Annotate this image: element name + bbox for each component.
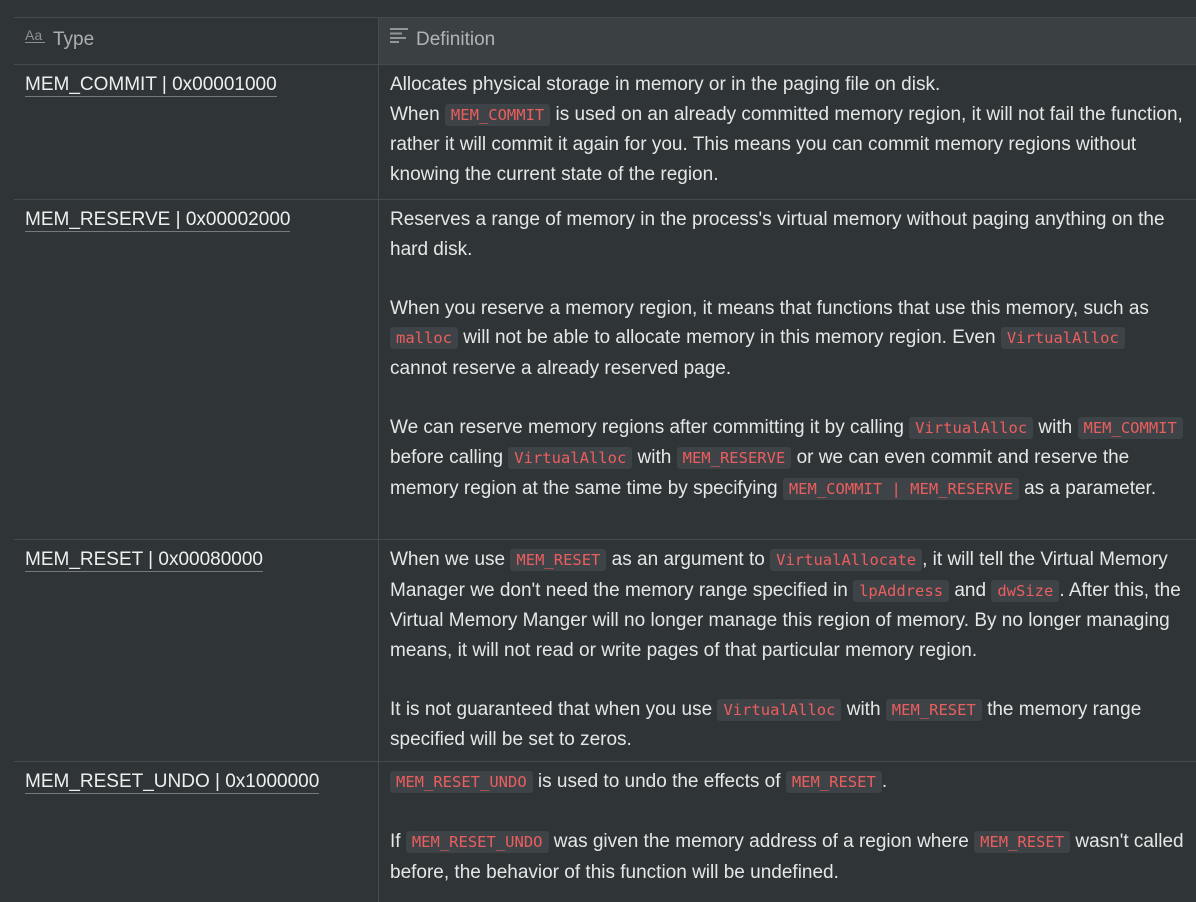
definition-paragraph: When MEM_COMMIT is used on an already co… bbox=[390, 100, 1186, 190]
inline-code: dwSize bbox=[991, 579, 1060, 602]
svg-text:Aa: Aa bbox=[25, 27, 42, 43]
inline-code: MEM_RESERVE bbox=[676, 447, 792, 469]
text-run: was given the memory address of a region… bbox=[548, 831, 975, 852]
type-cell[interactable]: MEM_RESET | 0x00080000 bbox=[14, 540, 379, 761]
inline-code: MEM_RESET bbox=[510, 549, 607, 571]
text-run: If bbox=[390, 831, 406, 852]
inline-code: MEM_RESET bbox=[785, 771, 882, 793]
type-cell[interactable]: MEM_COMMIT | 0x00001000 bbox=[14, 65, 379, 199]
text-run: with bbox=[841, 698, 886, 720]
inline-code: MEM_COMMIT bbox=[444, 103, 551, 126]
definition-cell[interactable]: MEM_RESET_UNDO is used to undo the effec… bbox=[379, 762, 1196, 902]
text-run: . bbox=[881, 771, 888, 792]
definition-paragraph: It is not guaranteed that when you use V… bbox=[390, 695, 1186, 755]
column-header-type[interactable]: Aa Type bbox=[14, 18, 379, 64]
inline-code: MEM_RESET_UNDO bbox=[405, 831, 549, 853]
table-row: MEM_RESERVE | 0x00002000 Reserves a rang… bbox=[14, 200, 1196, 540]
definition-paragraph: When you reserve a memory region, it mea… bbox=[390, 294, 1186, 384]
definition-paragraph: Allocates physical storage in memory or … bbox=[390, 74, 941, 95]
type-value: MEM_COMMIT | 0x00001000 bbox=[25, 74, 277, 97]
inline-code: MEM_COMMIT | MEM_RESERVE bbox=[782, 477, 1019, 500]
text-run: as an argument to bbox=[606, 549, 771, 570]
type-value: MEM_RESET | 0x00080000 bbox=[25, 549, 263, 572]
text-type-icon: Aa bbox=[25, 23, 45, 53]
inline-code: MEM_RESET_UNDO bbox=[390, 771, 533, 793]
definition-cell[interactable]: Reserves a range of memory in the proces… bbox=[379, 200, 1196, 539]
column-header-type-label: Type bbox=[53, 29, 95, 50]
text-run: and bbox=[949, 579, 992, 601]
table-row: MEM_RESET | 0x00080000 When we use MEM_R… bbox=[14, 540, 1196, 762]
text-run: will not be able to allocate memory in t… bbox=[458, 327, 1001, 348]
table-row: MEM_COMMIT | 0x00001000 Allocates physic… bbox=[14, 65, 1196, 200]
text-lines-icon bbox=[390, 23, 408, 53]
inline-code: VirtualAllocate bbox=[770, 549, 923, 571]
table-header-row: Aa Type Definition bbox=[14, 18, 1196, 65]
column-header-definition[interactable]: Definition bbox=[379, 18, 1196, 64]
inline-code: MEM_COMMIT bbox=[1077, 416, 1183, 439]
definition-paragraph: When we use MEM_RESET as an argument to … bbox=[390, 545, 1186, 665]
inline-code: VirtualAlloc bbox=[909, 416, 1034, 439]
inline-code: VirtualAlloc bbox=[1000, 327, 1125, 349]
text-run: cannot reserve a already reserved page. bbox=[390, 357, 732, 379]
text-run: When bbox=[390, 103, 445, 125]
text-run: When you reserve a memory region, it mea… bbox=[390, 297, 1149, 319]
table-row: MEM_RESET_UNDO | 0x1000000 MEM_RESET_UND… bbox=[14, 762, 1196, 902]
definition-cell[interactable]: Allocates physical storage in memory or … bbox=[379, 65, 1196, 199]
type-value: MEM_RESET_UNDO | 0x1000000 bbox=[25, 771, 320, 794]
type-cell[interactable]: MEM_RESET_UNDO | 0x1000000 bbox=[14, 762, 379, 902]
definition-paragraph: Reserves a range of memory in the proces… bbox=[390, 209, 1165, 260]
text-run: before calling bbox=[390, 447, 509, 468]
text-run: as a parameter. bbox=[1018, 477, 1157, 499]
inline-code: MEM_RESET bbox=[974, 831, 1071, 853]
text-run: is used to undo the effects of bbox=[532, 771, 786, 792]
definition-paragraph: We can reserve memory regions after comm… bbox=[390, 413, 1186, 505]
type-cell[interactable]: MEM_RESERVE | 0x00002000 bbox=[14, 200, 379, 539]
definition-cell[interactable]: When we use MEM_RESET as an argument to … bbox=[379, 540, 1196, 761]
text-run: with bbox=[1033, 416, 1078, 438]
text-run: with bbox=[632, 447, 677, 468]
type-value: MEM_RESERVE | 0x00002000 bbox=[25, 209, 291, 232]
column-header-definition-label: Definition bbox=[416, 29, 496, 50]
inline-code: VirtualAlloc bbox=[717, 698, 842, 721]
definition-paragraph: MEM_RESET_UNDO is used to undo the effec… bbox=[390, 767, 1186, 798]
text-run: It is not guaranteed that when you use bbox=[390, 698, 718, 720]
text-run: When we use bbox=[390, 549, 511, 570]
inline-code: MEM_RESET bbox=[885, 698, 982, 721]
memory-allocation-types-table: Aa Type Definition MEM_COMMIT | 0x000010… bbox=[14, 17, 1196, 902]
definition-paragraph: If MEM_RESET_UNDO was given the memory a… bbox=[390, 827, 1186, 887]
inline-code: VirtualAlloc bbox=[508, 447, 633, 469]
inline-code: lpAddress bbox=[853, 579, 950, 602]
text-run: We can reserve memory regions after comm… bbox=[390, 416, 910, 438]
inline-code: malloc bbox=[390, 327, 458, 349]
